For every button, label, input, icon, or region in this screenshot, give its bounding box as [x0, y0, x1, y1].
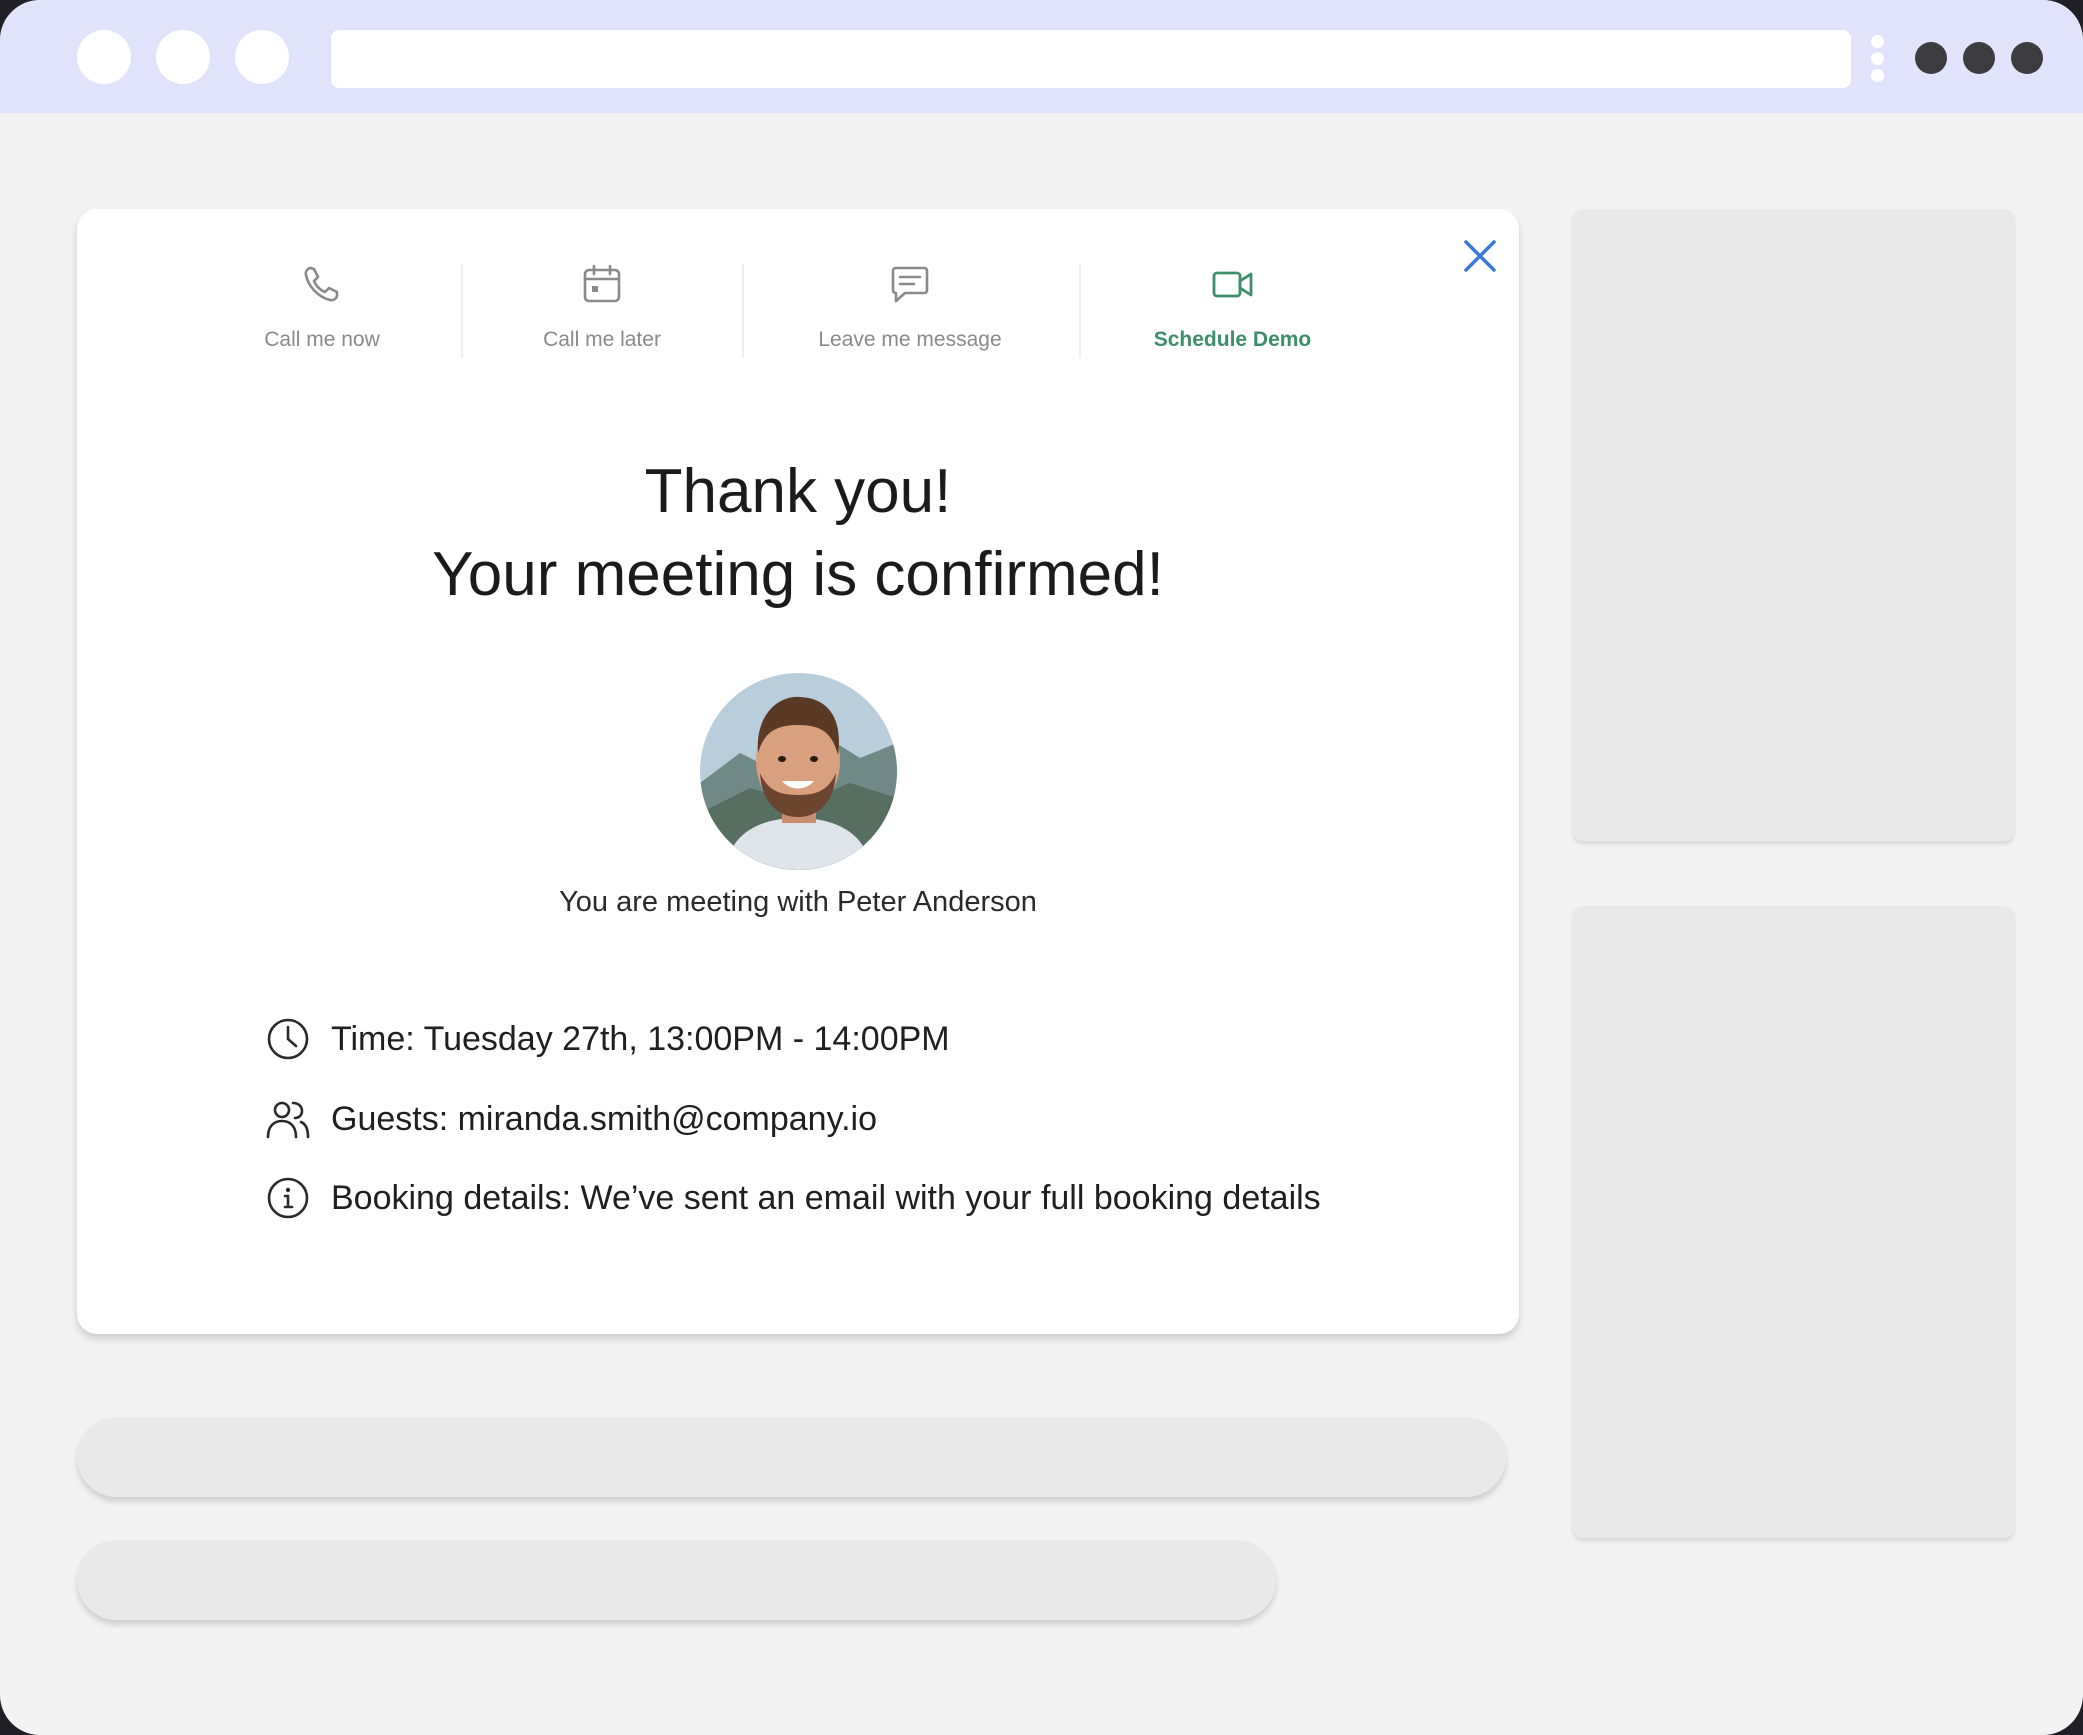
skeleton-panel	[1573, 209, 2014, 841]
time-text: Time: Tuesday 27th, 13:00PM - 14:00PM	[331, 1019, 950, 1058]
info-icon	[267, 1177, 309, 1219]
skeleton-panel	[1573, 906, 2014, 1538]
detail-time: Time: Tuesday 27th, 13:00PM - 14:00PM	[265, 1014, 950, 1064]
kebab-dot	[1871, 35, 1884, 48]
confirmation-subtitle: Your meeting is confirmed!	[432, 540, 1164, 609]
tab-label: Leave me message	[818, 328, 1002, 351]
address-bar[interactable]	[331, 30, 1851, 88]
video-camera-icon	[1212, 271, 1252, 298]
guests-text: Guests: miranda.smith@company.io	[331, 1099, 877, 1138]
menu-dot[interactable]	[1963, 42, 1995, 74]
phone-icon	[304, 266, 339, 302]
tab-divider	[1079, 264, 1081, 358]
meeting-with-text: You are meeting with Peter Anderson	[559, 886, 1037, 918]
tab-call-me-later[interactable]: Call me later	[520, 262, 684, 362]
booking-text: Booking details: We’ve sent an email wit…	[331, 1178, 1321, 1217]
browser-titlebar	[0, 0, 2083, 113]
menu-dot[interactable]	[1915, 42, 1947, 74]
window-minimize-dot[interactable]	[156, 30, 210, 84]
tab-label: Call me later	[543, 328, 661, 351]
menu-dot[interactable]	[2011, 42, 2043, 74]
skeleton-bar	[77, 1540, 1276, 1620]
tab-label: Call me now	[264, 328, 380, 351]
window-maximize-dot[interactable]	[235, 30, 289, 84]
close-icon	[1464, 240, 1496, 272]
clock-icon	[267, 1018, 309, 1060]
users-icon	[266, 1101, 310, 1139]
detail-guests: Guests: miranda.smith@company.io	[265, 1094, 877, 1144]
tab-divider	[461, 264, 463, 358]
tab-call-me-now[interactable]: Call me now	[238, 262, 406, 362]
close-button[interactable]	[1460, 236, 1500, 276]
confirmation-title: Thank you!	[644, 457, 952, 526]
tab-schedule-demo[interactable]: Schedule Demo	[1140, 262, 1325, 362]
tab-leave-me-message[interactable]: Leave me message	[800, 262, 1020, 362]
window-close-dot[interactable]	[77, 30, 131, 84]
browser-window: Call me now Call me later Leave me messa…	[0, 0, 2083, 1735]
avatar	[700, 673, 897, 870]
message-icon	[891, 266, 929, 303]
kebab-dot	[1871, 69, 1884, 82]
tab-divider	[742, 264, 744, 358]
kebab-dot	[1871, 52, 1884, 65]
detail-booking: Booking details: We’ve sent an email wit…	[265, 1173, 1321, 1223]
skeleton-bar	[77, 1417, 1506, 1497]
calendar-icon	[583, 264, 621, 303]
tab-label: Schedule Demo	[1153, 328, 1312, 351]
